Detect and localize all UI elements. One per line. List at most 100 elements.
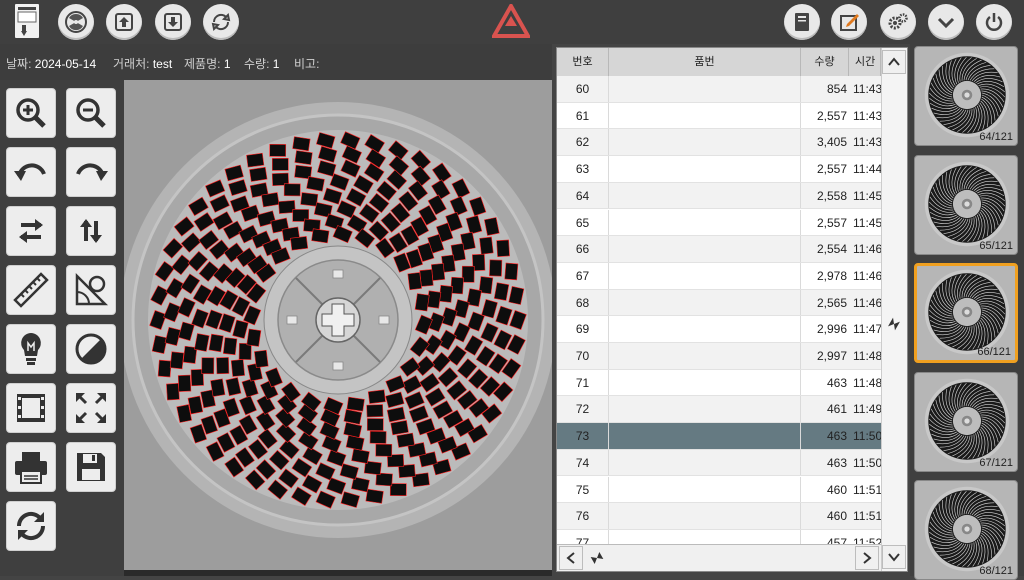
table-row[interactable]: 72 461 11:49 (557, 396, 881, 424)
top-toolbar (0, 0, 1024, 44)
table-cell-qty: 2,996 (816, 322, 847, 337)
table-row[interactable]: 65 2,557 11:45 (557, 209, 881, 237)
table-cell-part (609, 449, 801, 476)
ruler-icon[interactable] (6, 265, 56, 315)
chevron-down-icon[interactable] (928, 4, 964, 40)
scroll-down-icon[interactable] (882, 545, 906, 569)
upload-icon[interactable] (106, 4, 142, 40)
table-row[interactable]: 63 2,557 11:44 (557, 156, 881, 183)
table-row[interactable]: 71 463 11:48 (557, 369, 881, 397)
horizontal-grip-icon[interactable] (585, 546, 609, 570)
column-header-qty[interactable]: 수량 (801, 48, 849, 76)
table-row[interactable]: 68 2,565 11:46 (557, 289, 881, 317)
scroll-right-icon[interactable] (855, 546, 879, 570)
table-row[interactable]: 60 854 11:43 (557, 76, 881, 103)
expand-icon[interactable] (66, 383, 116, 433)
zoom-in-icon[interactable] (6, 88, 56, 138)
thumbnail-image (924, 161, 1010, 246)
table-cell-time: 11:48 (853, 375, 881, 390)
table-cell-no: 64 (557, 182, 609, 209)
download-icon[interactable] (155, 4, 191, 40)
table-cell-no: 60 (557, 76, 609, 102)
column-header-part[interactable]: 품번 (609, 48, 801, 76)
book-icon[interactable] (784, 4, 820, 40)
table-cell-time: 11:51 (853, 482, 881, 497)
swap-horizontal-icon[interactable] (6, 206, 56, 256)
redo-icon[interactable] (66, 147, 116, 197)
zoom-out-icon[interactable] (66, 88, 116, 138)
table-row[interactable]: 76 460 11:51 (557, 503, 881, 530)
protractor-icon[interactable] (66, 265, 116, 315)
product-info: 제품명: 1 (184, 57, 231, 71)
thumbnail-label: 66/121 (977, 346, 1011, 358)
document-icon[interactable] (12, 3, 42, 41)
scroll-left-icon[interactable] (559, 546, 583, 570)
power-icon[interactable] (976, 4, 1012, 40)
print-icon[interactable] (6, 442, 56, 492)
table-row[interactable]: 61 2,557 11:43 (557, 102, 881, 130)
undo-icon[interactable] (6, 147, 56, 197)
thumbnail[interactable]: 68/121 (914, 480, 1018, 580)
table-row[interactable]: 62 3,405 11:43 (557, 129, 881, 157)
table-cell-no: 67 (557, 262, 609, 289)
thumbnail[interactable]: 66/121 (914, 263, 1018, 363)
thumbnail-image (924, 486, 1010, 572)
bulb-icon[interactable] (6, 324, 56, 374)
table-cell-time: 11:45 (853, 188, 881, 203)
table-row[interactable]: 73 463 11:50 (557, 423, 881, 450)
radiation-icon[interactable] (58, 4, 94, 40)
table-cell-time: 11:46 (853, 295, 881, 310)
save-icon[interactable] (66, 442, 116, 492)
swap-vertical-icon[interactable] (66, 206, 116, 256)
table-row[interactable]: 66 2,554 11:46 (557, 236, 881, 263)
table-row[interactable]: 69 2,996 11:47 (557, 316, 881, 343)
table-cell-qty: 2,557 (816, 108, 847, 123)
thumbnail-label: 68/121 (979, 565, 1013, 577)
table-cell-time: 11:48 (853, 349, 881, 363)
thumbnail[interactable]: 64/121 (914, 46, 1018, 146)
table-cell-qty: 2,997 (816, 349, 847, 363)
film-icon[interactable] (6, 383, 56, 433)
edit-icon[interactable] (831, 4, 867, 40)
tool-panel (0, 80, 124, 576)
table-cell-part (609, 129, 801, 156)
column-header-no[interactable]: 번호 (557, 48, 609, 76)
table-row[interactable]: 67 2,978 11:46 (557, 262, 881, 290)
table-cell-part (609, 423, 801, 449)
table-cell-qty: 2,978 (816, 268, 847, 283)
table-cell-part (609, 289, 801, 316)
horizontal-scrollbar[interactable] (557, 544, 881, 571)
inspection-image-view[interactable] (124, 80, 552, 576)
table-cell-qty: 2,558 (816, 188, 847, 203)
table-cell-time: 11:47 (853, 322, 881, 337)
gears-icon[interactable] (880, 4, 916, 40)
vertical-scrollbar[interactable] (881, 48, 907, 571)
thumbnail[interactable]: 67/121 (914, 371, 1018, 472)
table-row[interactable]: 75 460 11:51 (557, 476, 881, 504)
scroll-up-icon[interactable] (882, 50, 906, 74)
table-cell-no: 71 (557, 369, 609, 396)
contrast-icon[interactable] (66, 324, 116, 374)
column-header-time[interactable]: 시간 (849, 48, 881, 76)
table-cell-time: 11:43 (853, 108, 881, 123)
table-cell-time: 11:49 (853, 402, 881, 417)
date-info: 날짜: 2024-05-14 (6, 57, 97, 71)
qty-info: 수량: 1 (244, 57, 280, 71)
table-row[interactable]: 70 2,997 11:48 (557, 343, 881, 370)
table-cell-part (609, 262, 801, 289)
table-cell-no: 61 (557, 102, 609, 129)
table-cell-no: 65 (557, 209, 609, 236)
table-cell-part (609, 209, 801, 236)
table-cell-qty: 2,554 (816, 242, 847, 257)
table-cell-qty: 854 (826, 82, 847, 96)
logo (490, 1, 532, 40)
scroll-grip-icon[interactable] (882, 312, 906, 336)
table-cell-qty: 461 (826, 402, 847, 417)
table-cell-no: 75 (557, 476, 609, 503)
sync-icon[interactable] (203, 4, 239, 40)
thumbnail[interactable]: 65/121 (914, 154, 1018, 255)
table-cell-part (609, 343, 801, 369)
table-row[interactable]: 64 2,558 11:45 (557, 182, 881, 210)
refresh-icon[interactable] (6, 501, 56, 551)
table-row[interactable]: 74 463 11:50 (557, 449, 881, 477)
